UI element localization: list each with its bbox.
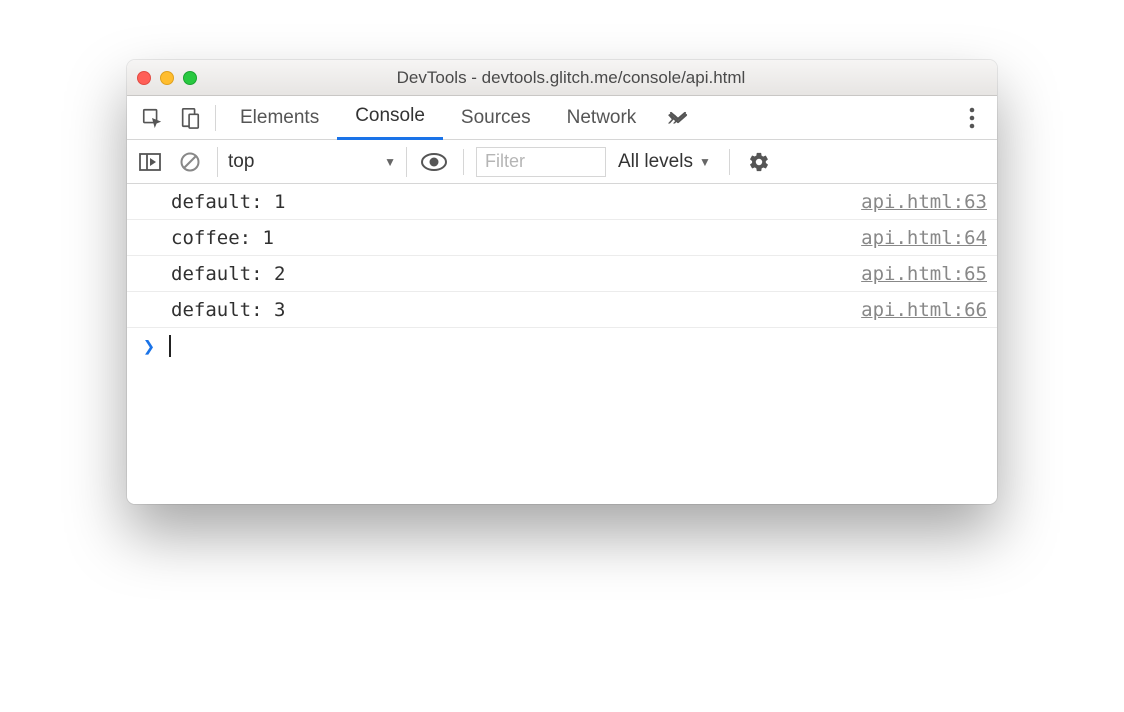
tab-label: Network bbox=[567, 107, 637, 129]
window-title: DevTools - devtools.glitch.me/console/ap… bbox=[155, 68, 987, 88]
chevron-down-icon: ▼ bbox=[699, 155, 711, 169]
more-tabs-icon[interactable]: » bbox=[654, 96, 692, 140]
chevron-down-icon: ▼ bbox=[384, 155, 396, 169]
log-message: default: 3 bbox=[171, 299, 861, 321]
console-output: default: 1 api.html:63 coffee: 1 api.htm… bbox=[127, 184, 997, 504]
close-button[interactable] bbox=[137, 71, 151, 85]
tab-sources[interactable]: Sources bbox=[443, 96, 549, 140]
log-levels-selector[interactable]: All levels ▼ bbox=[612, 151, 717, 173]
prompt-caret-icon: ❯ bbox=[143, 334, 155, 358]
separator bbox=[215, 105, 216, 131]
text-cursor bbox=[169, 335, 171, 357]
kebab-menu-icon[interactable] bbox=[953, 96, 991, 140]
tab-network[interactable]: Network bbox=[549, 96, 655, 140]
tab-label: Elements bbox=[240, 107, 319, 129]
context-label: top bbox=[228, 151, 254, 173]
console-prompt[interactable]: ❯ bbox=[127, 328, 997, 364]
context-selector[interactable]: top ▼ bbox=[217, 147, 407, 177]
console-row[interactable]: default: 1 api.html:63 bbox=[127, 184, 997, 220]
tab-label: Console bbox=[355, 105, 425, 127]
panel-tabs: Elements Console Sources Network » bbox=[127, 96, 997, 140]
device-toolbar-icon[interactable] bbox=[171, 96, 209, 140]
log-source-link[interactable]: api.html:65 bbox=[861, 263, 987, 285]
log-message: default: 1 bbox=[171, 191, 861, 213]
log-message: coffee: 1 bbox=[171, 227, 861, 249]
devtools-window: DevTools - devtools.glitch.me/console/ap… bbox=[127, 60, 997, 504]
tab-elements[interactable]: Elements bbox=[222, 96, 337, 140]
tab-console[interactable]: Console bbox=[337, 96, 443, 140]
sidebar-toggle-icon[interactable] bbox=[133, 145, 167, 179]
separator bbox=[463, 149, 464, 175]
console-settings-icon[interactable] bbox=[742, 145, 776, 179]
console-toolbar: top ▼ All levels ▼ bbox=[127, 140, 997, 184]
console-row[interactable]: default: 3 api.html:66 bbox=[127, 292, 997, 328]
clear-console-icon[interactable] bbox=[173, 145, 207, 179]
log-source-link[interactable]: api.html:66 bbox=[861, 299, 987, 321]
console-row[interactable]: coffee: 1 api.html:64 bbox=[127, 220, 997, 256]
tab-label: Sources bbox=[461, 107, 531, 129]
live-expression-icon[interactable] bbox=[417, 145, 451, 179]
titlebar: DevTools - devtools.glitch.me/console/ap… bbox=[127, 60, 997, 96]
levels-label: All levels bbox=[618, 151, 693, 173]
inspect-element-icon[interactable] bbox=[133, 96, 171, 140]
separator bbox=[729, 149, 730, 175]
filter-input[interactable] bbox=[476, 147, 606, 177]
log-source-link[interactable]: api.html:64 bbox=[861, 227, 987, 249]
log-message: default: 2 bbox=[171, 263, 861, 285]
log-source-link[interactable]: api.html:63 bbox=[861, 191, 987, 213]
console-row[interactable]: default: 2 api.html:65 bbox=[127, 256, 997, 292]
